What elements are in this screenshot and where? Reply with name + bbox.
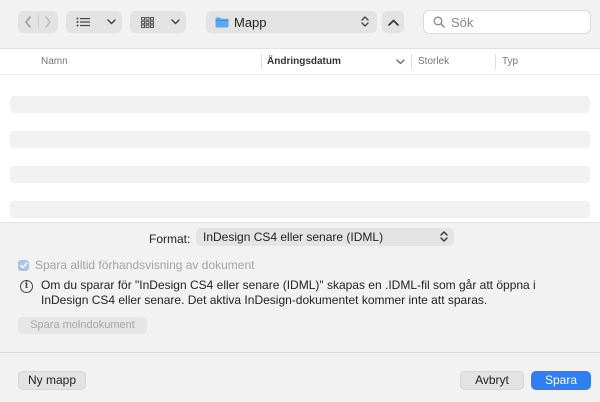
chevron-up-icon bbox=[387, 19, 399, 26]
group-view-control[interactable] bbox=[130, 11, 186, 33]
checkmark-icon bbox=[19, 261, 28, 268]
info-text: Om du sparar för "InDesign CS4 eller sen… bbox=[41, 278, 536, 307]
chevron-left-icon bbox=[24, 16, 31, 28]
toolbar: Mapp bbox=[0, 0, 600, 44]
column-divider[interactable] bbox=[411, 54, 412, 70]
column-date-label: Ändringsdatum bbox=[267, 56, 341, 67]
list-row-placeholder bbox=[10, 166, 590, 183]
search-field[interactable] bbox=[423, 10, 591, 34]
column-type[interactable]: Typ bbox=[502, 49, 518, 75]
group-view-menu[interactable] bbox=[164, 11, 186, 33]
column-divider[interactable] bbox=[261, 54, 262, 70]
format-label: Format: bbox=[149, 232, 191, 246]
column-date[interactable]: Ändringsdatum bbox=[267, 49, 405, 75]
back-button[interactable] bbox=[18, 11, 38, 33]
chevron-down-icon bbox=[106, 19, 116, 25]
footer-divider bbox=[0, 352, 600, 353]
location-label: Mapp bbox=[234, 14, 267, 30]
format-value: InDesign CS4 eller senare (IDML) bbox=[203, 230, 384, 244]
info-icon: i bbox=[20, 280, 33, 293]
folder-icon bbox=[215, 17, 229, 27]
list-row-placeholder bbox=[10, 131, 590, 148]
file-browser: Namn Ändringsdatum Storlek Typ bbox=[0, 48, 600, 223]
column-name[interactable]: Namn bbox=[41, 49, 68, 75]
search-icon bbox=[433, 16, 445, 28]
list-icon bbox=[76, 17, 90, 27]
column-divider[interactable] bbox=[495, 54, 496, 70]
new-folder-button[interactable]: Ny mapp bbox=[18, 371, 86, 390]
search-input[interactable] bbox=[451, 14, 581, 30]
location-popup[interactable]: Mapp bbox=[206, 11, 377, 33]
preview-checkbox[interactable] bbox=[18, 259, 29, 271]
list-row-placeholder bbox=[10, 96, 590, 113]
grid-view-button[interactable] bbox=[130, 11, 164, 33]
column-size[interactable]: Storlek bbox=[418, 49, 449, 75]
grid-icon bbox=[140, 16, 154, 28]
list-view-control[interactable] bbox=[66, 11, 122, 33]
preview-option: Spara alltid förhandsvisning av dokument bbox=[18, 258, 254, 272]
list-view-button[interactable] bbox=[66, 11, 100, 33]
save-button[interactable]: Spara bbox=[531, 371, 591, 390]
preview-checkbox-label: Spara alltid förhandsvisning av dokument bbox=[35, 258, 255, 272]
up-down-chevron-icon bbox=[361, 16, 369, 27]
cancel-button[interactable]: Avbryt bbox=[460, 371, 524, 390]
up-down-chevron-icon bbox=[440, 231, 448, 242]
format-select[interactable]: InDesign CS4 eller senare (IDML) bbox=[196, 228, 454, 246]
list-row-placeholder bbox=[10, 201, 590, 218]
list-view-menu[interactable] bbox=[100, 11, 122, 33]
collapse-button[interactable] bbox=[382, 11, 404, 33]
chevron-down-icon bbox=[170, 19, 180, 25]
nav-buttons bbox=[18, 11, 58, 33]
chevron-down-icon bbox=[396, 59, 405, 65]
forward-button[interactable] bbox=[38, 11, 58, 33]
save-cloud-document-button[interactable]: Spara molndokument bbox=[18, 317, 147, 334]
column-header: Namn Ändringsdatum Storlek Typ bbox=[0, 49, 600, 75]
chevron-right-icon bbox=[45, 16, 52, 28]
